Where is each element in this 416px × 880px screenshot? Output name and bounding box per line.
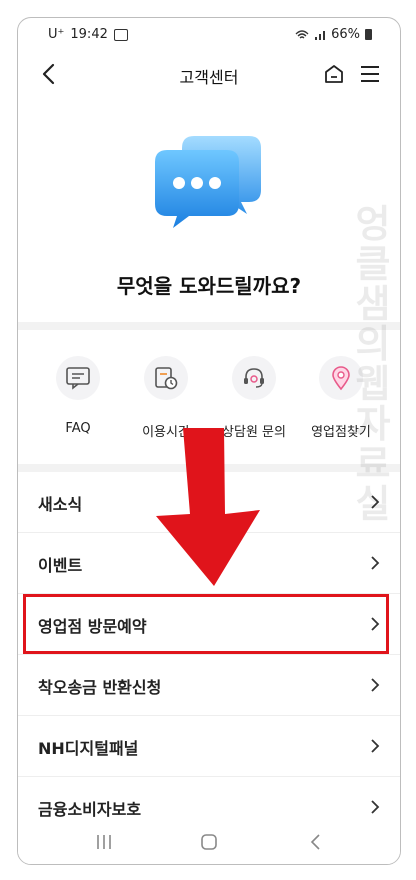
app-bar: 고객센터: [18, 52, 400, 96]
list-item-label: 새소식: [38, 495, 83, 514]
signal-icon: [315, 30, 326, 40]
quick-item-branch[interactable]: 영업점찾기: [296, 356, 386, 440]
list-item-news[interactable]: 새소식: [18, 472, 400, 533]
quick-label: 상담원 문의: [222, 425, 286, 440]
quick-label: 이용시간: [142, 425, 190, 440]
quick-menu: FAQ 이용시간 상담원 문의 영업점찾기: [18, 356, 400, 456]
battery-percent: 66%: [331, 27, 360, 42]
battery-icon: [365, 29, 372, 40]
clock-icon: [144, 356, 188, 400]
chevron-right-icon: [371, 739, 380, 753]
status-right: 66%: [295, 27, 372, 42]
quick-item-faq[interactable]: FAQ: [33, 356, 123, 436]
carrier: U⁺: [48, 27, 65, 42]
section-divider: [18, 322, 400, 330]
quick-item-counsel[interactable]: 상담원 문의: [209, 356, 299, 440]
system-nav-bar: [18, 820, 400, 864]
list-item-label: 이벤트: [38, 556, 83, 575]
highlight-box: [23, 594, 389, 654]
hero-heading: 무엇을 도와드릴까요?: [116, 274, 302, 298]
quick-item-hours[interactable]: 이용시간: [121, 356, 211, 440]
status-left: U⁺ 19:42: [48, 27, 128, 42]
list-item-label: 착오송금 반환신청: [38, 678, 162, 697]
wifi-icon: [295, 29, 309, 38]
headset-icon: [232, 356, 276, 400]
gallery-icon: [113, 28, 128, 41]
status-bar: U⁺ 19:42 66%: [18, 18, 400, 52]
location-pin-icon: [319, 356, 363, 400]
chevron-right-icon: [371, 495, 380, 509]
recent-apps-icon[interactable]: [92, 832, 116, 852]
home-nav-icon[interactable]: [197, 832, 221, 852]
list-item-event[interactable]: 이벤트: [18, 533, 400, 594]
chevron-right-icon: [371, 800, 380, 814]
home-icon[interactable]: [322, 62, 346, 86]
list-item-label: NH디지털패널: [38, 739, 139, 758]
quick-label: 영업점찾기: [311, 425, 371, 440]
section-divider: [18, 464, 400, 472]
back-nav-icon[interactable]: [304, 832, 328, 852]
list-item-digital-panel[interactable]: NH디지털패널: [18, 716, 400, 777]
hero-section: 무엇을 도와드릴까요?: [18, 118, 400, 308]
chevron-right-icon: [371, 556, 380, 570]
list-item-mistransfer-return[interactable]: 착오송금 반환신청: [18, 655, 400, 716]
time: 19:42: [70, 27, 108, 42]
faq-icon: [56, 356, 100, 400]
list-item-label: 금융소비자보호: [38, 800, 142, 819]
phone-frame: U⁺ 19:42 66% 고객센터 무엇을 도와드릴까요? FAQ 이용시간 상…: [17, 17, 401, 865]
menu-icon[interactable]: [358, 62, 382, 86]
chat-bubbles-icon: [155, 136, 261, 228]
quick-label: FAQ: [65, 421, 91, 436]
chevron-right-icon: [371, 678, 380, 692]
